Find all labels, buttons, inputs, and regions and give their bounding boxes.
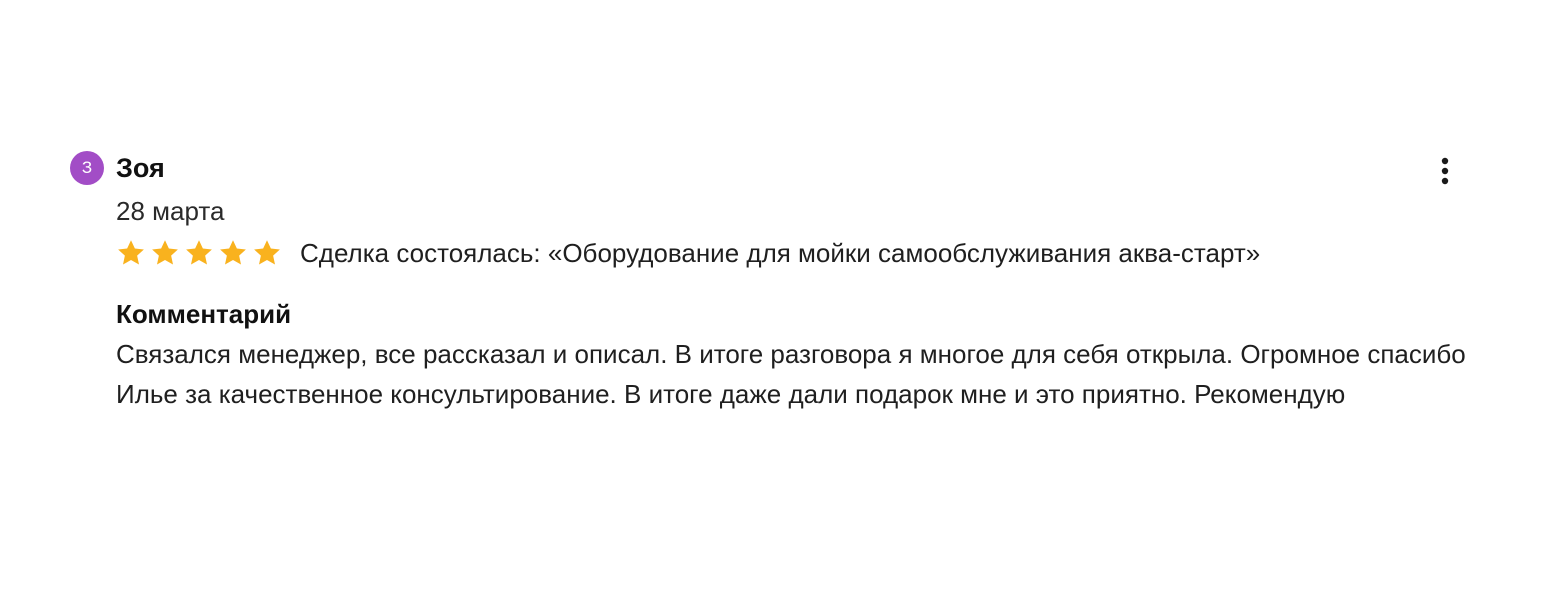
review-header: З Зоя — [70, 148, 1490, 188]
star-icon — [220, 240, 246, 265]
review-card: З Зоя 28 марта Сделка состоялась: «Обору… — [70, 148, 1490, 414]
star-rating — [116, 238, 286, 268]
avatar: З — [70, 151, 104, 185]
star-icon — [186, 240, 212, 265]
comment-text: Связался менеджер, все рассказал и описа… — [116, 339, 1466, 409]
star-icon — [152, 240, 178, 265]
rating-row: Сделка состоялась: «Оборудование для мой… — [116, 236, 1490, 270]
comment-label: Комментарий — [116, 299, 292, 329]
author-name: Зоя — [116, 152, 165, 183]
avatar-letter: З — [81, 158, 93, 177]
review-date: 28 марта — [116, 196, 225, 226]
review-body: 28 марта Сделка состоялась: «Оборудовани… — [116, 194, 1490, 414]
deal-status: Сделка состоялась: «Оборудование для мой… — [300, 237, 1261, 268]
more-vertical-icon — [1441, 157, 1449, 185]
star-icon — [118, 240, 144, 265]
star-icon — [254, 240, 280, 265]
more-options-button[interactable] — [1430, 152, 1460, 190]
